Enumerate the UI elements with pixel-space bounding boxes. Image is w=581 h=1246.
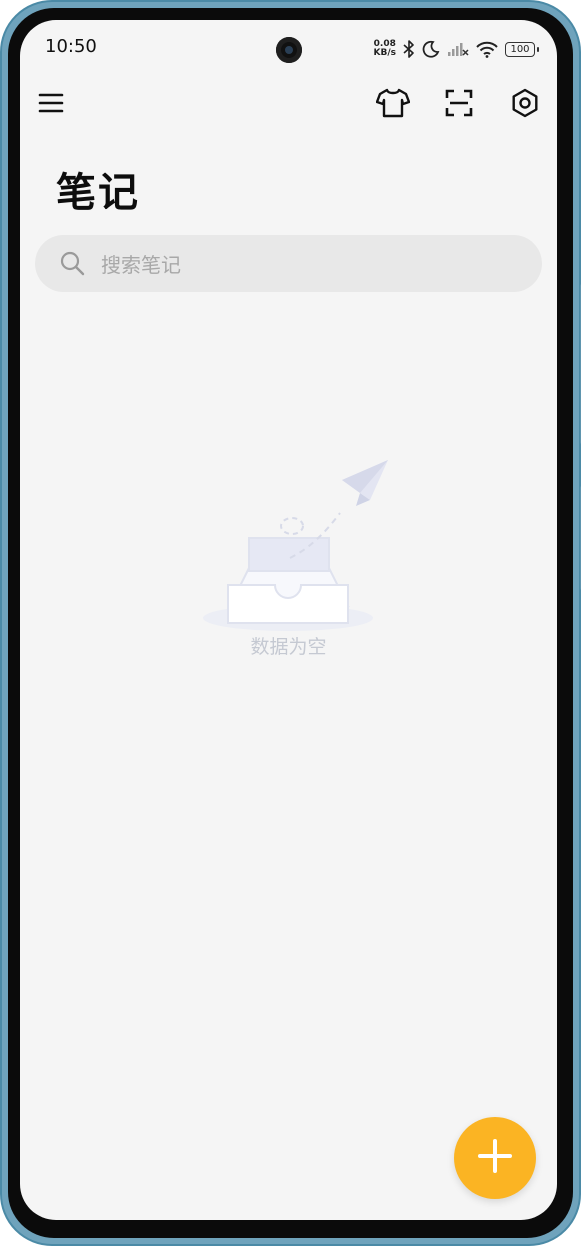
- wifi-icon: [476, 41, 498, 58]
- empty-illustration: [200, 438, 400, 642]
- tshirt-icon: [375, 88, 411, 122]
- theme-button[interactable]: [370, 82, 416, 128]
- bluetooth-icon: [403, 40, 415, 58]
- plus-icon: [477, 1138, 513, 1178]
- search-bar[interactable]: [35, 235, 542, 294]
- search-input[interactable]: [99, 235, 523, 294]
- scan-button[interactable]: [436, 82, 482, 128]
- empty-state-message: 数据为空: [250, 636, 327, 658]
- settings-icon: [510, 88, 540, 122]
- search-icon: [59, 250, 85, 280]
- front-camera: [276, 37, 302, 63]
- toolbar: [20, 82, 557, 128]
- moon-icon: [422, 40, 440, 58]
- add-note-button[interactable]: [454, 1117, 536, 1199]
- status-bar: 10:50 0.08 KB/s 100: [20, 20, 557, 76]
- status-icons: 0.08 KB/s 100: [374, 38, 539, 60]
- status-time: 10:50: [45, 36, 97, 57]
- app-screen: 10:50 0.08 KB/s 100 笔记 搜索笔记 数据为空: [20, 20, 557, 1220]
- battery-icon: 100: [505, 41, 539, 57]
- menu-button[interactable]: [28, 82, 74, 128]
- network-speed-unit: KB/s: [373, 48, 396, 58]
- settings-button[interactable]: [502, 82, 548, 128]
- menu-icon: [38, 92, 64, 118]
- page-title: 笔记: [56, 170, 140, 216]
- network-speed: 0.08 KB/s: [374, 40, 396, 58]
- scan-icon: [445, 89, 473, 121]
- signal-off-icon: [447, 41, 469, 57]
